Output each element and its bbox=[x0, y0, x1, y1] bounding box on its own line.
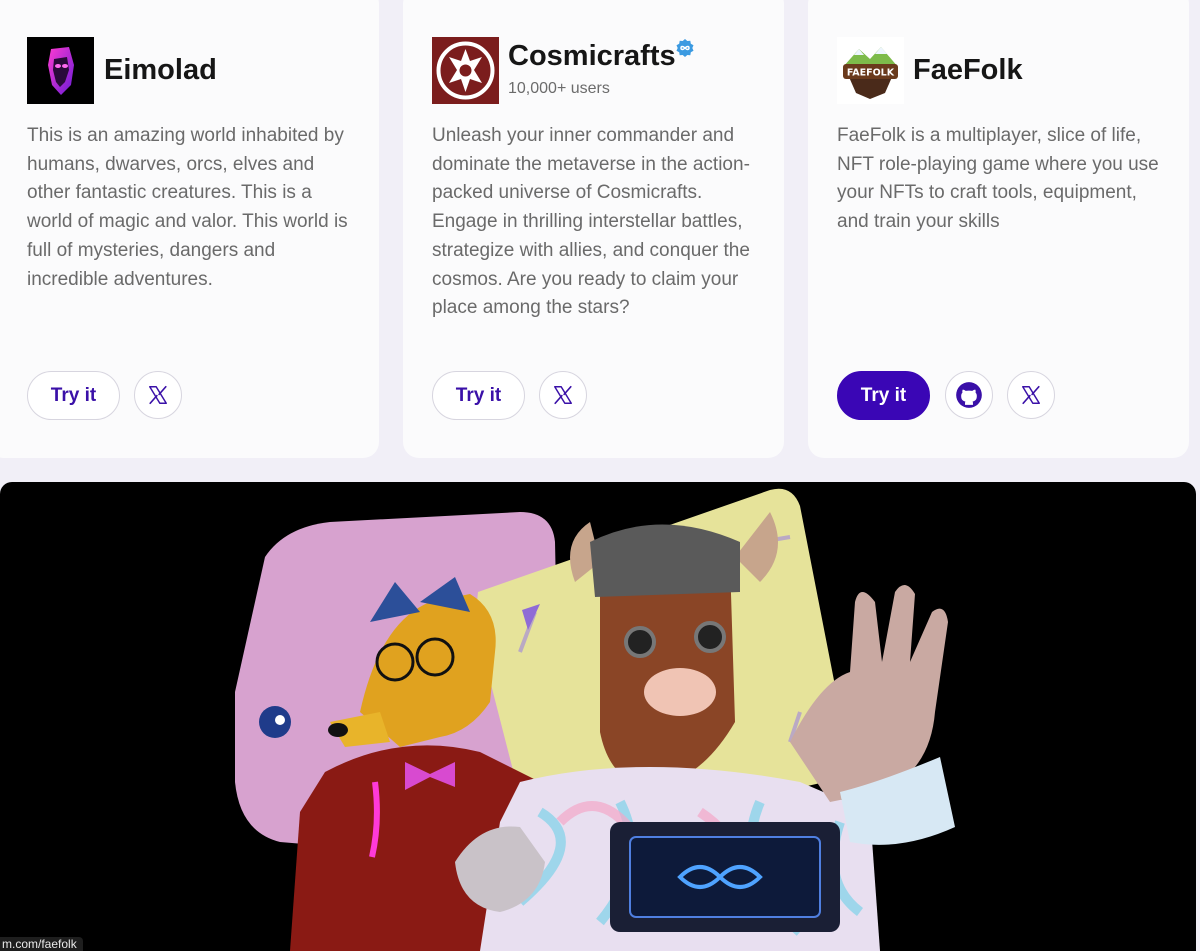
cosmicrafts-logo bbox=[432, 37, 499, 104]
card-title: Cosmicrafts bbox=[508, 40, 676, 72]
try-it-button[interactable]: Try it bbox=[837, 371, 930, 420]
user-count: 10,000+ users bbox=[508, 80, 610, 97]
svg-text:FAEFOLK: FAEFOLK bbox=[847, 68, 895, 79]
project-card-faefolk: FAEFOLK FaeFolk FaeFolk is a multiplayer… bbox=[808, 0, 1189, 458]
hero-illustration bbox=[235, 488, 955, 951]
x-link-button[interactable] bbox=[539, 371, 587, 419]
status-bar-url: m.com/faefolk bbox=[0, 937, 83, 951]
try-it-button[interactable]: Try it bbox=[27, 371, 120, 420]
x-icon bbox=[1022, 385, 1040, 405]
x-icon bbox=[554, 385, 572, 405]
verified-badge bbox=[675, 38, 695, 63]
try-it-button[interactable]: Try it bbox=[432, 371, 525, 420]
eimolad-logo bbox=[27, 37, 94, 104]
faefolk-logo: FAEFOLK bbox=[837, 37, 904, 104]
verified-badge-icon bbox=[676, 39, 694, 57]
card-description: This is an amazing world inhabited by hu… bbox=[27, 125, 348, 290]
hero-image bbox=[0, 482, 1196, 951]
card-title: FaeFolk bbox=[913, 54, 1023, 86]
github-link-button[interactable] bbox=[945, 371, 993, 419]
x-link-button[interactable] bbox=[134, 371, 182, 419]
card-description: Unleash your inner commander and dominat… bbox=[432, 125, 750, 319]
project-card-eimolad: Eimolad This is an amazing world inhabit… bbox=[0, 0, 379, 458]
card-description: FaeFolk is a multiplayer, slice of life,… bbox=[837, 125, 1159, 233]
x-link-button[interactable] bbox=[1007, 371, 1055, 419]
github-icon bbox=[956, 382, 982, 408]
card-title: Eimolad bbox=[104, 54, 217, 86]
project-card-cosmicrafts: Cosmicrafts 10,000+ users Unleash your i… bbox=[403, 0, 784, 458]
x-icon bbox=[149, 385, 167, 405]
